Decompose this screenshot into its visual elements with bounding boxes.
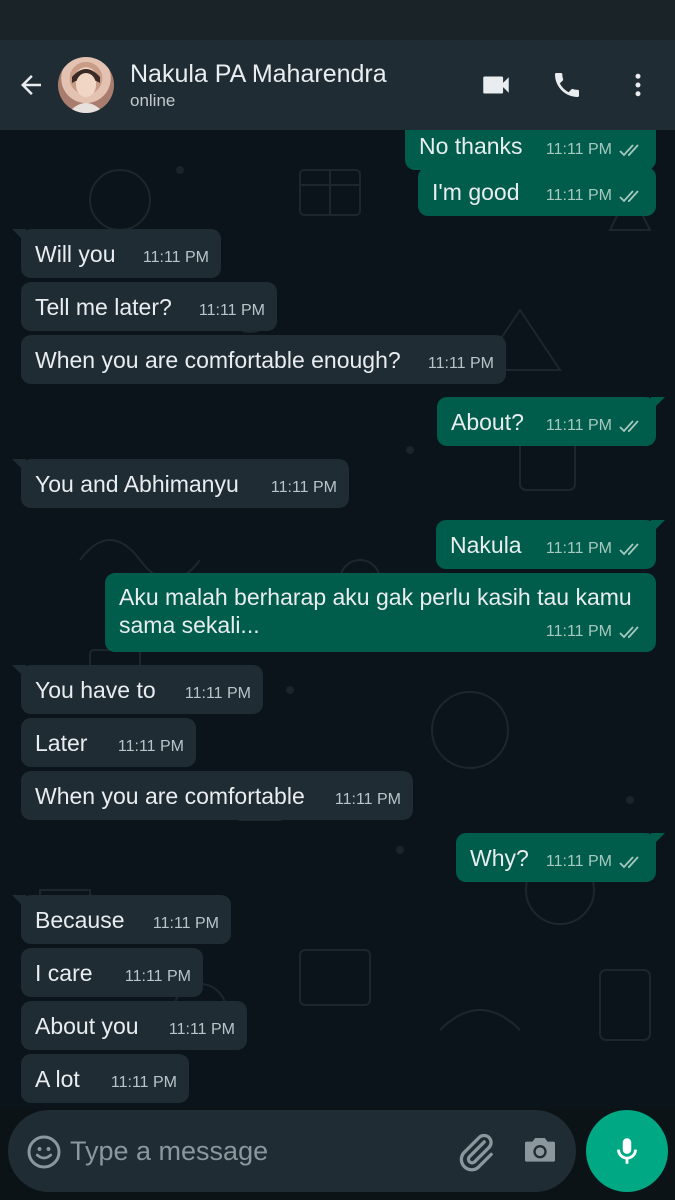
message-meta: 11:11 PM (428, 350, 494, 378)
outgoing-message[interactable]: No thanks 11:11 PM (405, 130, 665, 170)
message-time: 11:11 PM (270, 479, 337, 496)
message-meta: 11:11 PM (546, 848, 644, 876)
message-meta: 11:11 PM (546, 412, 644, 440)
message-text: Tell me later? (35, 293, 172, 320)
message-meta: 11:11 PM (199, 297, 265, 325)
menu-button[interactable] (608, 40, 668, 130)
message-text: Nakula (450, 531, 522, 558)
avatar-photo (68, 69, 104, 113)
message-text: When you are comfortable (35, 782, 305, 809)
message-time: 11:11 PM (545, 540, 612, 557)
message-text: You have to (35, 676, 156, 703)
message-meta: 11:11 PM (546, 618, 644, 646)
arrow-left-icon (21, 75, 41, 95)
attach-button[interactable] (454, 1130, 498, 1174)
chat-header: Nakula PA Maharendra online (0, 40, 675, 130)
double-check-icon (619, 856, 639, 869)
paperclip-icon (459, 1133, 493, 1172)
video-camera-icon (483, 76, 509, 94)
incoming-message[interactable]: When you are comfortable enough? 11:11 PM (21, 335, 506, 384)
message-time: 11:11 PM (198, 302, 265, 319)
message-meta: 11:11 PM (546, 182, 644, 210)
microphone-icon (617, 1138, 637, 1164)
contact-name: Nakula PA Maharendra (130, 59, 387, 88)
incoming-message[interactable]: You have to 11:11 PM (12, 665, 263, 714)
message-meta: 11:11 PM (143, 244, 209, 272)
incoming-message[interactable]: About you 11:11 PM (21, 1001, 247, 1050)
message-time: 11:11 PM (427, 355, 494, 372)
message-text: No thanks (419, 132, 523, 159)
message-meta: 11:11 PM (185, 680, 251, 708)
camera-icon (525, 1138, 555, 1162)
message-meta: 11:11 PM (169, 1016, 235, 1044)
message-text: I'm good (432, 178, 520, 205)
message-text: You and Abhimanyu (35, 470, 239, 497)
message-meta: 11:11 PM (271, 474, 337, 502)
contact-avatar[interactable] (58, 57, 114, 113)
camera-button[interactable] (520, 1130, 564, 1174)
video-call-button[interactable] (466, 40, 526, 130)
voice-call-button[interactable] (537, 40, 597, 130)
message-text: Later (35, 729, 88, 756)
message-text: About you (35, 1012, 139, 1039)
incoming-message[interactable]: Tell me later? 11:11 PM (21, 282, 277, 331)
message-time: 11:11 PM (168, 1021, 235, 1038)
message-meta: 11:11 PM (111, 1069, 177, 1097)
message-meta: 11:11 PM (153, 910, 219, 938)
message-text: Why? (470, 844, 529, 871)
message-meta: 11:11 PM (546, 136, 644, 164)
incoming-message[interactable]: Later 11:11 PM (21, 718, 196, 767)
incoming-message[interactable]: Because 11:11 PM (12, 895, 231, 944)
message-time: 11:11 PM (110, 1074, 177, 1091)
phone-icon (555, 73, 579, 97)
incoming-message[interactable]: You and Abhimanyu 11:11 PM (12, 459, 349, 508)
contact-info[interactable]: Nakula PA Maharendra online (130, 59, 387, 112)
voice-message-button[interactable] (586, 1110, 668, 1192)
emoji-button[interactable] (26, 1134, 62, 1170)
message-time: 11:11 PM (545, 853, 612, 870)
message-time: 11:11 PM (545, 417, 612, 434)
message-time: 11:11 PM (117, 738, 184, 755)
message-time: 11:11 PM (545, 187, 612, 204)
message-text: About? (451, 408, 524, 435)
message-list[interactable]: No thanks 11:11 PM I'm good 11:11 PM Will yo… (0, 130, 675, 1108)
message-time: 11:11 PM (545, 623, 612, 640)
message-meta: 11:11 PM (125, 963, 191, 991)
contact-status: online (130, 90, 176, 110)
message-time: 11:11 PM (184, 685, 251, 702)
message-composer (8, 1110, 576, 1192)
incoming-message[interactable]: When you are comfortable 11:11 PM (21, 771, 413, 820)
double-check-icon (619, 190, 639, 203)
double-check-icon (619, 543, 639, 556)
message-text: A lot (35, 1065, 80, 1092)
outgoing-message[interactable]: About? 11:11 PM (437, 397, 665, 446)
incoming-message[interactable]: A lot 11:11 PM (21, 1054, 189, 1103)
message-time: 11:11 PM (124, 968, 191, 985)
outgoing-message[interactable]: Nakula 11:11 PM (436, 520, 665, 569)
message-input[interactable] (70, 1126, 440, 1176)
emoji-smile-icon (27, 1135, 61, 1169)
double-check-icon (619, 144, 639, 157)
double-check-icon (619, 420, 639, 433)
message-meta: 11:11 PM (118, 733, 184, 761)
outgoing-message[interactable]: Aku malah berharap aku gak perlu kasih t… (105, 573, 656, 652)
message-meta: 11:11 PM (546, 535, 644, 563)
status-bar (0, 0, 675, 40)
message-time: 11:11 PM (545, 141, 612, 158)
message-text: When you are comfortable enough? (35, 346, 401, 373)
incoming-message[interactable]: Will you 11:11 PM (12, 229, 221, 278)
double-check-icon (619, 626, 639, 639)
message-text: I care (35, 959, 93, 986)
message-text: Because (35, 906, 125, 933)
message-time: 11:11 PM (152, 915, 219, 932)
back-button[interactable] (8, 55, 54, 115)
message-time: 11:11 PM (334, 791, 401, 808)
more-vertical-icon (635, 73, 641, 97)
incoming-message[interactable]: I care 11:11 PM (21, 948, 203, 997)
message-meta: 11:11 PM (335, 786, 401, 814)
message-text: Will you (35, 240, 116, 267)
outgoing-message[interactable]: Why? 11:11 PM (456, 833, 665, 882)
outgoing-message[interactable]: I'm good 11:11 PM (418, 167, 656, 216)
message-time: 11:11 PM (142, 249, 209, 266)
